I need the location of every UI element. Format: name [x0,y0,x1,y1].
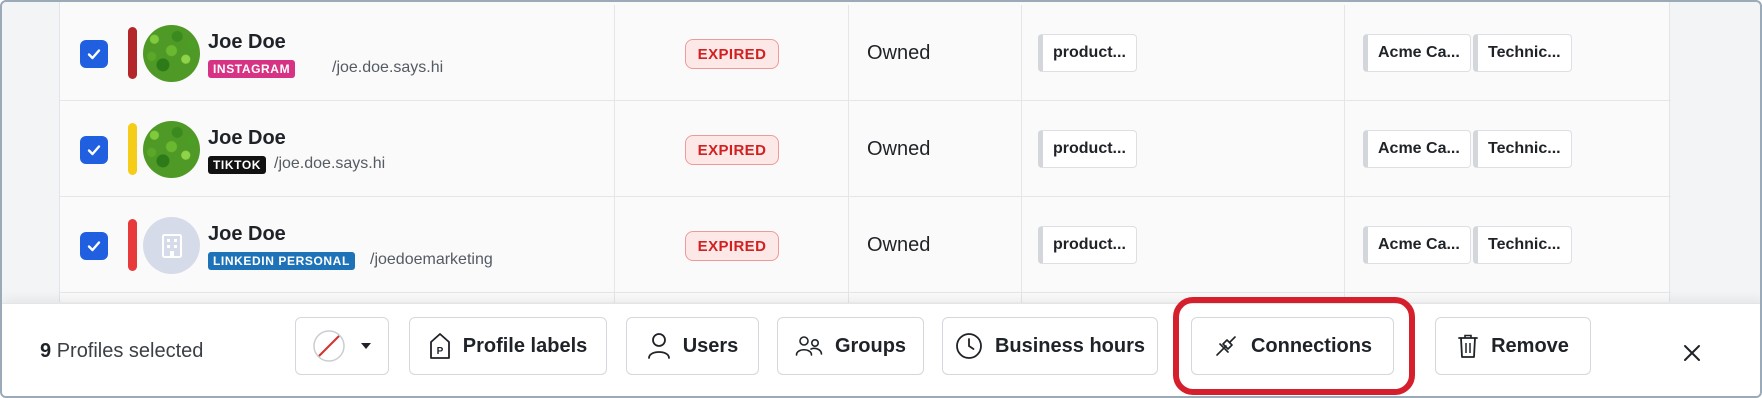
groups-button[interactable]: Groups [777,317,924,375]
tag-icon: P [429,333,450,359]
status-badge: EXPIRED [685,231,779,261]
row-checkbox[interactable] [80,232,108,260]
profile-handle: /joe.doe.says.hi [274,155,386,172]
profile-cell: Joe Doe TIKTOK /joe.doe.says.hi [60,101,615,197]
groups-cell: Acme Ca... Technic... [1345,5,1671,101]
check-icon [87,145,101,156]
profile-cell: Joe Doe INSTAGRAM /joe.doe.says.hi [60,5,615,101]
groups-cell: Acme Ca... Technic... [1345,197,1671,293]
profile-color-stripe [128,219,137,271]
building-icon [161,233,182,258]
labels-cell: product... [1022,197,1345,293]
platform-badge: INSTAGRAM [208,60,296,78]
labels-cell: product... [1022,5,1345,101]
platform-badge: LINKEDIN PERSONAL [208,252,355,270]
status-badge: EXPIRED [685,135,779,165]
avatar [143,25,200,82]
profile-color-stripe [128,27,137,79]
users-group-icon [795,336,823,356]
check-icon [87,49,101,60]
profile-labels-button[interactable]: P Profile labels [409,317,607,375]
ownership-text: Owned [867,234,931,256]
check-icon [87,241,101,252]
users-label: Users [682,334,739,357]
ownership-cell: Owned [849,5,1022,101]
profile-handle: /joedoemarketing [370,251,493,268]
ownership-cell: Owned [849,197,1022,293]
selected-count: 9 [40,340,52,362]
selection-count: 9 Profiles selected [40,340,203,363]
bulk-action-bar: 9 Profiles selected P Profile labels Use… [2,297,1760,396]
users-button[interactable]: Users [626,317,759,375]
plug-icon [1216,336,1236,356]
status-cell: EXPIRED [615,5,849,101]
profiles-table: Joe Doe INSTAGRAM /joe.doe.says.hi EXPIR… [59,2,1671,389]
avatar [143,121,200,178]
group-tag[interactable]: Technic... [1473,130,1572,168]
connections-label: Connections [1250,334,1373,357]
labels-cell: product... [1022,101,1345,197]
business-hours-button[interactable]: Business hours [942,317,1158,375]
no-color-icon [313,330,345,362]
status-cell: EXPIRED [615,101,849,197]
app-frame: Joe Doe INSTAGRAM /joe.doe.says.hi EXPIR… [0,0,1762,398]
remove-button[interactable]: Remove [1435,317,1591,375]
avatar [143,217,200,274]
ownership-cell: Owned [849,101,1022,197]
groups-label: Groups [834,334,907,357]
table-row[interactable]: Joe Doe TIKTOK /joe.doe.says.hi EXPIRED … [60,101,1671,197]
groups-cell: Acme Ca... Technic... [1345,101,1671,197]
user-icon [647,333,670,359]
status-badge: EXPIRED [685,39,779,69]
profile-name: Joe Doe [208,223,286,245]
profile-label-tag[interactable]: product... [1038,226,1137,264]
trash-icon [1458,334,1478,358]
table-row[interactable]: Joe Doe LINKEDIN PERSONAL /joedoemarketi… [60,197,1671,293]
selected-text: Profiles selected [56,340,204,362]
row-checkbox[interactable] [80,136,108,164]
group-tag[interactable]: Acme Ca... [1363,226,1471,264]
profile-name: Joe Doe [208,31,286,53]
svg-text:P: P [436,346,443,357]
clock-icon [956,333,982,359]
profile-name: Joe Doe [208,127,286,149]
close-button[interactable] [1678,339,1706,367]
group-tag[interactable]: Technic... [1473,226,1572,264]
profile-label-tag[interactable]: product... [1038,130,1137,168]
profile-label-tag[interactable]: product... [1038,34,1137,72]
business-hours-label: Business hours [994,334,1146,357]
ownership-text: Owned [867,42,931,64]
caret-down-icon [361,343,371,349]
group-tag[interactable]: Acme Ca... [1363,130,1471,168]
ownership-text: Owned [867,138,931,160]
close-icon [1684,345,1700,361]
table-row[interactable]: Joe Doe INSTAGRAM /joe.doe.says.hi EXPIR… [60,5,1671,101]
group-tag[interactable]: Acme Ca... [1363,34,1471,72]
connections-button[interactable]: Connections [1191,317,1394,375]
profile-labels-label: Profile labels [462,334,588,357]
platform-badge: TIKTOK [208,156,267,174]
profile-handle: /joe.doe.says.hi [332,59,444,76]
remove-label: Remove [1491,334,1569,357]
status-cell: EXPIRED [615,197,849,293]
color-picker-button[interactable] [295,317,389,375]
profile-cell: Joe Doe LINKEDIN PERSONAL /joedoemarketi… [60,197,615,293]
group-tag[interactable]: Technic... [1473,34,1572,72]
row-checkbox[interactable] [80,40,108,68]
profile-color-stripe [128,123,137,175]
